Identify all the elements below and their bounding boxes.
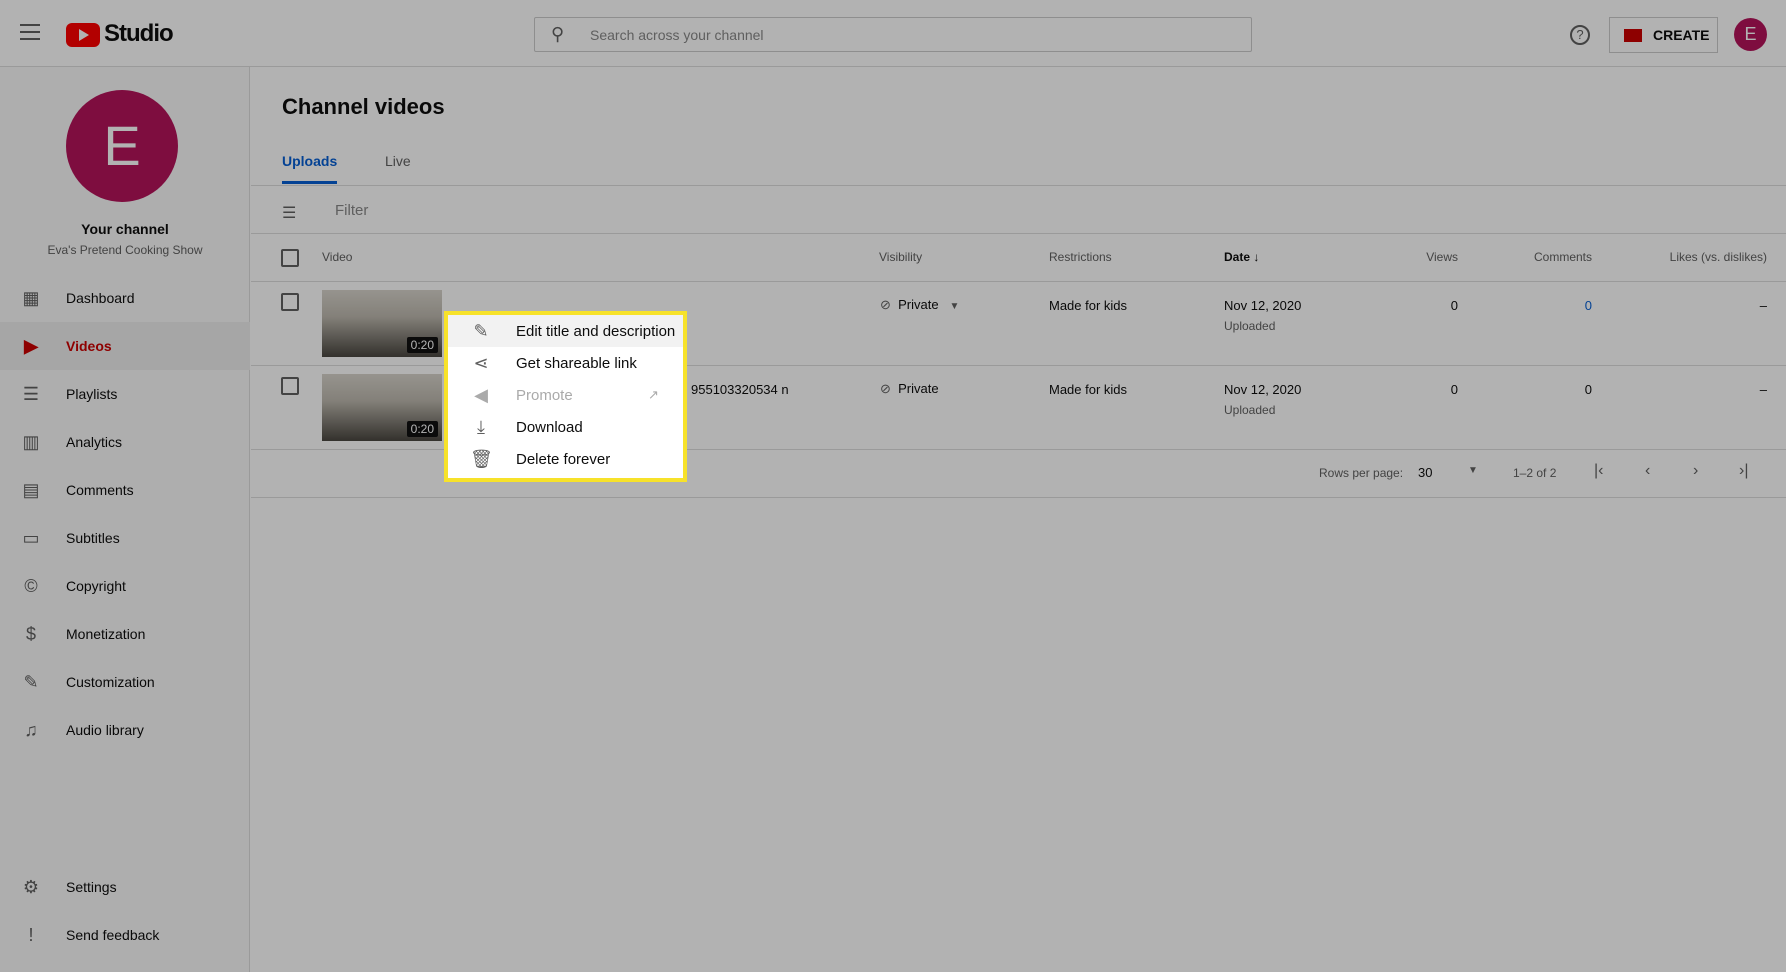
download-icon: ⤓ — [477, 416, 485, 437]
trash-icon: 🗑 — [470, 448, 493, 469]
menu-item-edit[interactable]: ✎ Edit title and description — [448, 315, 683, 347]
label: Download — [516, 418, 583, 436]
share-icon: ⋖ — [473, 352, 489, 373]
megaphone-icon: ◀ — [474, 384, 488, 405]
label: Delete forever — [516, 450, 611, 468]
menu-item-promote: ◀ Promote ↗ — [448, 379, 683, 411]
label: Promote — [516, 386, 573, 404]
pencil-icon: ✎ — [473, 320, 489, 341]
label: Edit title and description — [516, 322, 676, 340]
menu-item-delete[interactable]: 🗑 Delete forever — [448, 443, 683, 475]
label: Get shareable link — [516, 354, 637, 372]
external-link-icon: ↗ — [648, 387, 659, 402]
menu-item-share[interactable]: ⋖ Get shareable link — [448, 347, 683, 379]
video-options-menu: ✎ Edit title and description ⋖ Get shareab… — [444, 311, 687, 482]
menu-item-download[interactable]: ⤓ Download — [448, 411, 683, 443]
modal-backdrop[interactable] — [0, 0, 1786, 972]
